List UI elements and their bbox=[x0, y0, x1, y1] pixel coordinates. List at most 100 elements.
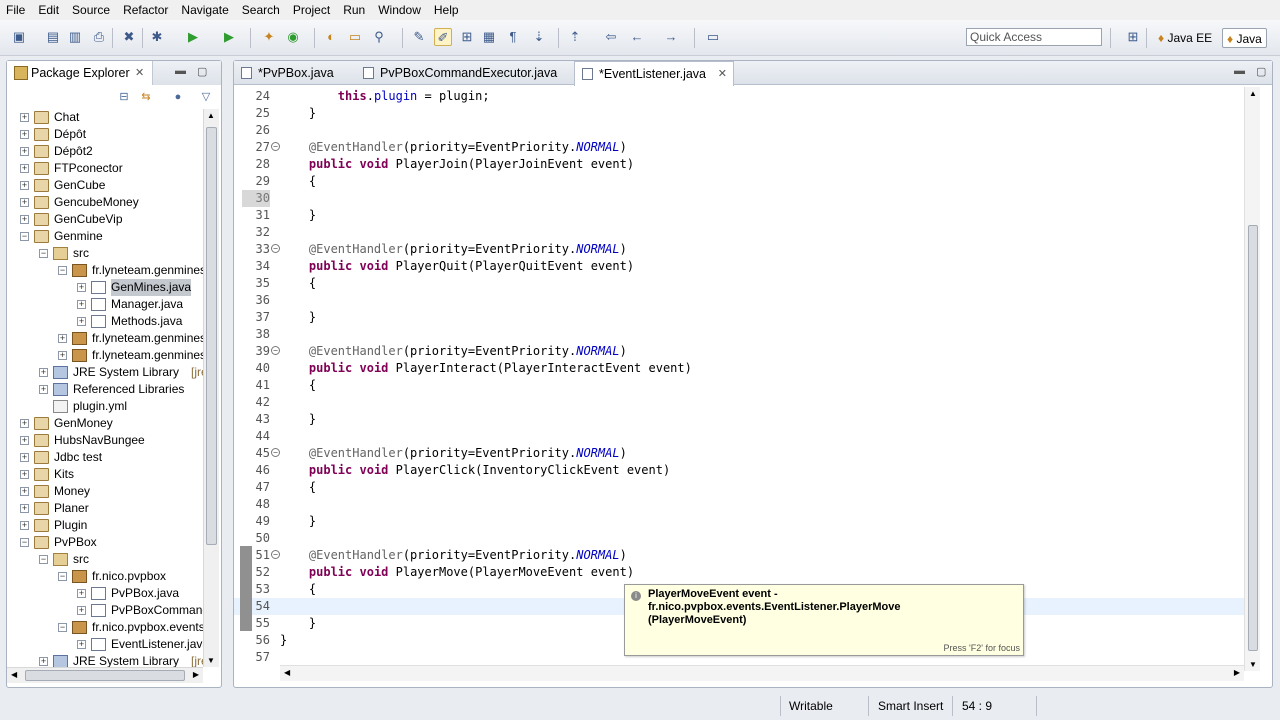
toggle-mark-occurrences-icon[interactable]: ✎ bbox=[410, 28, 428, 46]
perspective-java[interactable]: ♦ Java bbox=[1222, 28, 1267, 48]
fold-icon[interactable]: − bbox=[271, 448, 280, 457]
run-external-icon[interactable]: ▶ bbox=[220, 28, 238, 46]
editor-maximize-icon[interactable]: ▢ bbox=[1256, 65, 1266, 78]
editor-tab[interactable]: *EventListener.java ✕ bbox=[574, 61, 734, 86]
editor-minimize-icon[interactable]: ▬ bbox=[1234, 65, 1245, 77]
expand-icon[interactable]: + bbox=[39, 385, 48, 394]
insert-mode-status[interactable]: Smart Insert bbox=[878, 696, 943, 716]
close-icon[interactable]: ✕ bbox=[135, 61, 144, 85]
fold-icon[interactable]: − bbox=[271, 244, 280, 253]
expand-icon[interactable]: + bbox=[20, 487, 29, 496]
menu-navigate[interactable]: Navigate bbox=[181, 3, 228, 17]
open-perspective-icon[interactable]: ⊞ bbox=[1124, 28, 1142, 46]
expand-icon[interactable]: + bbox=[77, 606, 86, 615]
maximize-icon[interactable]: ▢ bbox=[197, 65, 207, 78]
code-line[interactable]: 36 bbox=[234, 292, 1244, 309]
overview-ruler[interactable] bbox=[1260, 87, 1272, 671]
show-whitespace-icon[interactable]: ▦ bbox=[480, 28, 498, 46]
new-icon[interactable]: ▣ bbox=[10, 28, 28, 46]
paragraph-icon[interactable]: ¶ bbox=[504, 28, 522, 46]
code-line[interactable]: 27− @EventHandler(priority=EventPriority… bbox=[234, 139, 1244, 156]
editor-tab[interactable]: *PvPBox.java bbox=[234, 61, 356, 85]
open-type-icon[interactable]: ◐ bbox=[322, 28, 340, 46]
expand-icon[interactable]: + bbox=[77, 640, 86, 649]
focus-icon[interactable]: ● bbox=[171, 90, 185, 104]
menu-run[interactable]: Run bbox=[343, 3, 365, 17]
expand-icon[interactable]: + bbox=[20, 419, 29, 428]
block-selection-icon[interactable]: ⊞ bbox=[458, 28, 476, 46]
collapse-icon[interactable]: − bbox=[20, 538, 29, 547]
code-line[interactable]: 25 } bbox=[234, 105, 1244, 122]
expand-icon[interactable]: + bbox=[77, 300, 86, 309]
code-line[interactable]: 33− @EventHandler(priority=EventPriority… bbox=[234, 241, 1244, 258]
skip-breakpoints-icon[interactable]: ✖ bbox=[120, 28, 138, 46]
collapse-icon[interactable]: − bbox=[20, 232, 29, 241]
code-line[interactable]: 34 public void PlayerQuit(PlayerQuitEven… bbox=[234, 258, 1244, 275]
expand-icon[interactable]: + bbox=[58, 334, 67, 343]
back-icon[interactable]: ⇦ bbox=[602, 28, 620, 46]
expand-icon[interactable]: + bbox=[77, 589, 86, 598]
code-line[interactable]: 28 public void PlayerJoin(PlayerJoinEven… bbox=[234, 156, 1244, 173]
collapse-icon[interactable]: − bbox=[39, 249, 48, 258]
back-history-icon[interactable]: ← bbox=[628, 28, 646, 46]
expand-icon[interactable]: + bbox=[20, 436, 29, 445]
code-line[interactable]: 41 { bbox=[234, 377, 1244, 394]
expand-icon[interactable]: + bbox=[20, 453, 29, 462]
expand-icon[interactable]: + bbox=[20, 147, 29, 156]
code-line[interactable]: 51− @EventHandler(priority=EventPriority… bbox=[234, 547, 1244, 564]
editor-horizontal-scrollbar[interactable]: ◀ ▶ bbox=[280, 665, 1244, 681]
save-icon[interactable]: ▤ bbox=[44, 28, 62, 46]
menu-window[interactable]: Window bbox=[378, 3, 421, 17]
debug-icon[interactable]: ✱ bbox=[148, 28, 166, 46]
expand-icon[interactable]: + bbox=[77, 283, 86, 292]
fold-icon[interactable]: − bbox=[271, 550, 280, 559]
code-line[interactable]: 49 } bbox=[234, 513, 1244, 530]
run-icon[interactable]: ▶ bbox=[184, 28, 202, 46]
expand-icon[interactable]: + bbox=[20, 164, 29, 173]
search-icon[interactable]: ⚲ bbox=[370, 28, 388, 46]
fold-icon[interactable]: − bbox=[271, 142, 280, 151]
expand-icon[interactable]: + bbox=[20, 521, 29, 530]
new-java-project-icon[interactable]: ✦ bbox=[260, 28, 278, 46]
menu-project[interactable]: Project bbox=[293, 3, 330, 17]
expand-icon[interactable]: + bbox=[77, 317, 86, 326]
collapse-icon[interactable]: − bbox=[58, 623, 67, 632]
menu-source[interactable]: Source bbox=[72, 3, 110, 17]
code-line[interactable]: 35 { bbox=[234, 275, 1244, 292]
close-tab-icon[interactable]: ✕ bbox=[718, 62, 727, 86]
code-line[interactable]: 50 bbox=[234, 530, 1244, 547]
expand-icon[interactable]: + bbox=[20, 504, 29, 513]
view-menu-icon[interactable]: ▽ bbox=[199, 90, 213, 104]
menu-help[interactable]: Help bbox=[434, 3, 459, 17]
code-line[interactable]: 44 bbox=[234, 428, 1244, 445]
code-line[interactable]: 26 bbox=[234, 122, 1244, 139]
new-class-icon[interactable]: ◉ bbox=[284, 28, 302, 46]
code-line[interactable]: 29 { bbox=[234, 173, 1244, 190]
menu-edit[interactable]: Edit bbox=[38, 3, 59, 17]
expand-icon[interactable]: + bbox=[39, 368, 48, 377]
perspective-java-ee[interactable]: ♦ Java EE bbox=[1154, 28, 1216, 48]
link-with-editor-icon[interactable]: ⇆ bbox=[139, 90, 153, 104]
collapse-icon[interactable]: − bbox=[58, 572, 67, 581]
next-annotation-icon[interactable]: ⇣ bbox=[530, 28, 548, 46]
code-line[interactable]: 24 this.plugin = plugin; bbox=[234, 88, 1244, 105]
code-line[interactable]: 46 public void PlayerClick(InventoryClic… bbox=[234, 462, 1244, 479]
menu-file[interactable]: File bbox=[6, 3, 25, 17]
code-line[interactable]: 52 public void PlayerMove(PlayerMoveEven… bbox=[234, 564, 1244, 581]
open-folder-icon[interactable]: ▭ bbox=[346, 28, 364, 46]
package-explorer-tab[interactable]: Package Explorer ✕ bbox=[7, 61, 153, 85]
quick-access-input[interactable]: Quick Access bbox=[966, 28, 1102, 46]
forward-icon[interactable]: → bbox=[662, 28, 680, 46]
collapse-icon[interactable]: − bbox=[39, 555, 48, 564]
horizontal-scrollbar[interactable]: ◀ ▶ bbox=[7, 667, 203, 683]
code-line[interactable]: 30 bbox=[234, 190, 1244, 207]
expand-icon[interactable]: + bbox=[20, 198, 29, 207]
menu-refactor[interactable]: Refactor bbox=[123, 3, 168, 17]
print-icon[interactable]: ⎙ bbox=[90, 28, 108, 46]
code-line[interactable]: 43 } bbox=[234, 411, 1244, 428]
pin-editor-icon[interactable]: ▭ bbox=[704, 28, 722, 46]
code-line[interactable]: 37 } bbox=[234, 309, 1244, 326]
editor-vertical-scrollbar[interactable]: ▲ ▼ bbox=[1244, 87, 1260, 671]
highlight-icon[interactable]: ✐ bbox=[434, 28, 452, 46]
code-line[interactable]: 31 } bbox=[234, 207, 1244, 224]
